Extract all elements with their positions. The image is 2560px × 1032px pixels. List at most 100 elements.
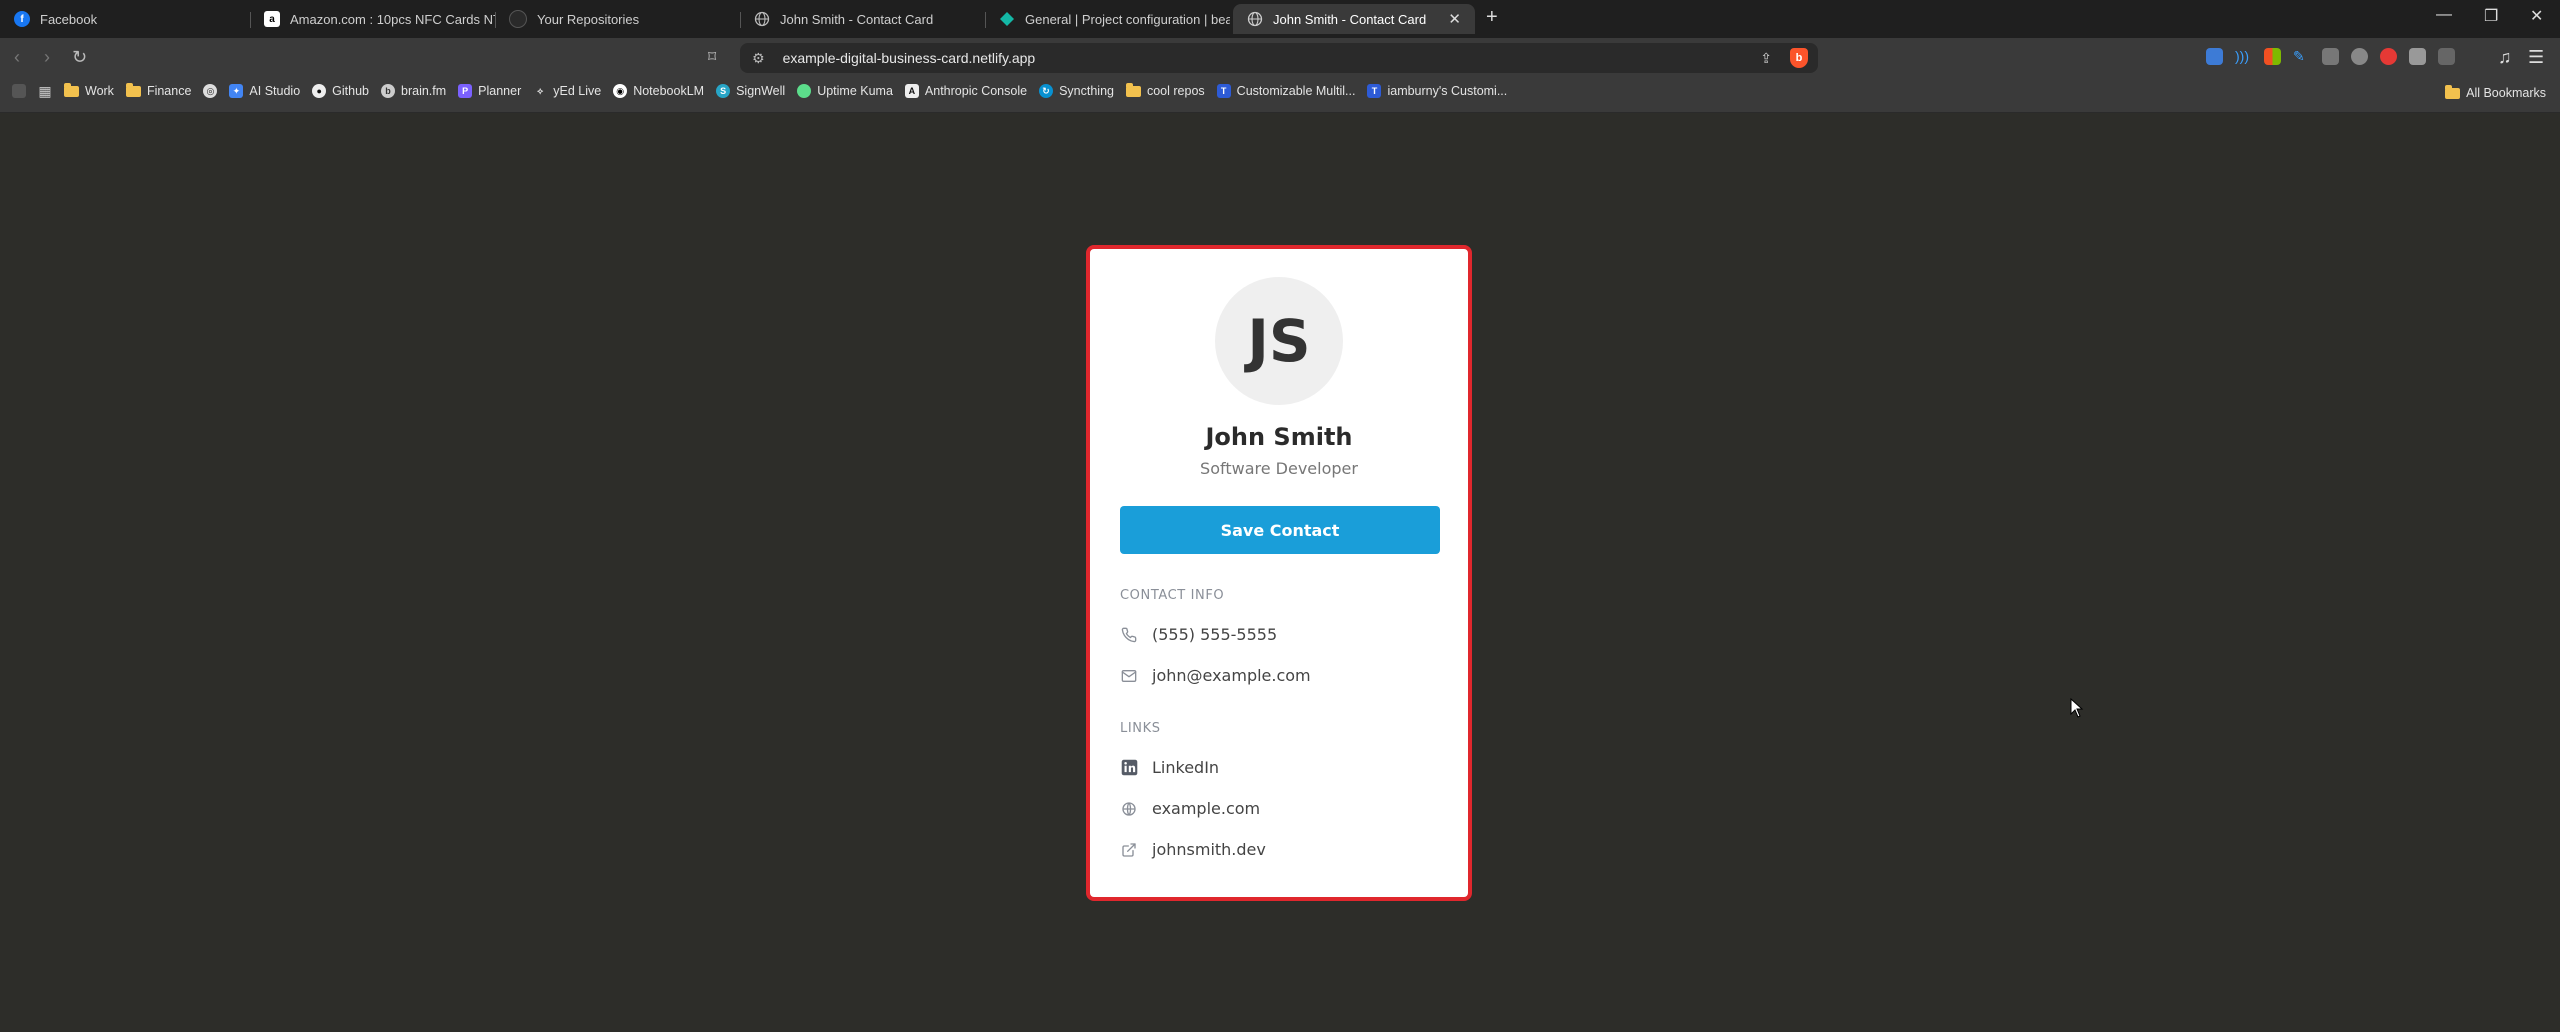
youtube-icon[interactable] <box>2380 48 2397 65</box>
bookmark-yed[interactable]: ⟡ yEd Live <box>533 84 601 98</box>
globe-icon <box>1120 800 1138 818</box>
github-icon <box>509 10 527 28</box>
email-value: john@example.com <box>1152 666 1311 685</box>
save-contact-button[interactable]: Save Contact <box>1120 506 1440 554</box>
syncthing-icon: ↻ <box>1039 84 1054 98</box>
bookmark-apps[interactable]: ▦ <box>38 82 52 99</box>
tab-project-configuration[interactable]: General | Project configuration | beam <box>985 4 1230 34</box>
link-label: example.com <box>1152 799 1261 818</box>
tab-title: Your Repositories <box>537 11 640 27</box>
brainfm-icon: b <box>381 84 395 98</box>
phone-row[interactable]: (555) 555-5555 <box>1120 625 1438 644</box>
bookmark-notebooklm[interactable]: ◉ NotebookLM <box>613 84 704 98</box>
linkedin-icon <box>1120 759 1138 777</box>
link-linkedin[interactable]: LinkedIn <box>1120 758 1438 777</box>
tab-amazon[interactable]: a Amazon.com : 10pcs NFC Cards NTAG <box>250 4 495 34</box>
diamond-icon <box>999 11 1015 27</box>
yed-icon: ⟡ <box>537 85 544 96</box>
bookmark-label: brain.fm <box>401 84 447 98</box>
link-website[interactable]: example.com <box>1120 799 1438 818</box>
bookmark-signwell[interactable]: S SignWell <box>716 84 785 98</box>
bookmark-syncthing[interactable]: ↻ Syncthing <box>1039 84 1114 98</box>
mouse-cursor-icon <box>2070 698 2084 718</box>
email-row[interactable]: john@example.com <box>1120 666 1438 685</box>
contact-job-title: Software Developer <box>1200 459 1358 478</box>
bookmark-label: Finance <box>146 84 192 98</box>
avatar: JS <box>1215 277 1343 405</box>
link-portfolio[interactable]: johnsmith.dev <box>1120 840 1438 859</box>
brave-shields-icon[interactable]: b <box>1790 48 1808 68</box>
bookmark-uptime-kuma[interactable]: Uptime Kuma <box>797 84 893 98</box>
sidebar-icon[interactable] <box>2438 48 2455 65</box>
bookmark-github[interactable]: ● Github <box>312 84 369 98</box>
restore-icon[interactable]: ❐ <box>2484 6 2498 26</box>
notebooklm-icon: ◉ <box>613 84 628 98</box>
bookmark-label: Syncthing <box>1059 84 1114 98</box>
tab-title: General | Project configuration | beam <box>1025 11 1230 27</box>
external-link-icon <box>1120 841 1138 859</box>
tab-title: Amazon.com : 10pcs NFC Cards NTAG <box>290 11 495 27</box>
bitwarden-icon[interactable] <box>2206 48 2223 65</box>
folder-icon <box>1125 82 1141 97</box>
bookmark-folder-finance[interactable]: Finance <box>125 82 192 98</box>
bookmark-label: cool repos <box>1146 84 1205 98</box>
bookmark-openai[interactable]: ◎ <box>203 84 218 98</box>
microsoft-icon[interactable] <box>2264 48 2281 65</box>
globe-icon <box>1247 11 1263 27</box>
link-label: johnsmith.dev <box>1152 840 1266 859</box>
phone-value: (555) 555-5555 <box>1152 625 1278 644</box>
reload-icon[interactable]: ↻ <box>72 47 87 68</box>
apps-grid-icon: ▦ <box>38 82 52 99</box>
bookmark-label: iamburny's Customi... <box>1387 84 1508 98</box>
close-tab-icon[interactable]: ✕ <box>1448 10 1461 28</box>
folder-icon <box>2445 84 2461 99</box>
site-settings-icon[interactable]: ⚙ <box>752 50 765 67</box>
bookmark-iamburny[interactable]: Tiamburny's Customi... <box>1367 84 1507 98</box>
tab-repositories[interactable]: Your Repositories <box>495 4 740 34</box>
globe-icon <box>754 11 770 27</box>
bookmark-brainfm[interactable]: b brain.fm <box>381 84 446 98</box>
all-bookmarks-button[interactable]: All Bookmarks <box>2445 84 2546 100</box>
signwell-icon: S <box>716 84 731 98</box>
contact-name: John Smith <box>1205 423 1353 451</box>
extensions-area: ))) ✎ <box>2206 48 2455 65</box>
bookmark-label: Github <box>332 84 369 98</box>
bookmark-customizable-multil[interactable]: T Customizable Multil... <box>1216 84 1355 98</box>
media-icon[interactable]: ♫ <box>2498 47 2512 68</box>
bookmark-anthropic[interactable]: A Anthropic Console <box>904 84 1028 98</box>
extensions-puzzle-icon[interactable] <box>2409 48 2426 65</box>
new-tab-button[interactable]: + <box>1486 6 1498 29</box>
tab-contact-card[interactable]: John Smith - Contact Card <box>740 4 985 34</box>
audio-icon[interactable]: ))) <box>2235 48 2252 65</box>
tab-title: John Smith - Contact Card <box>1273 11 1427 27</box>
github-icon: ● <box>312 84 327 98</box>
forward-icon[interactable]: › <box>44 47 50 68</box>
share-icon[interactable]: ⇪ <box>1760 50 1772 67</box>
square-icon <box>12 84 26 98</box>
close-window-icon[interactable]: ✕ <box>2530 6 2543 26</box>
bookmark-label: SignWell <box>736 84 786 98</box>
address-text[interactable]: example-digital-business-card.netlify.ap… <box>783 50 1036 66</box>
menu-icon[interactable]: ☰ <box>2528 47 2544 68</box>
bookmark-label: Uptime Kuma <box>817 84 893 98</box>
bookmark-square[interactable] <box>12 84 26 98</box>
bookmark-folder-cool-repos[interactable]: cool repos <box>1125 82 1205 98</box>
openai-icon: ◎ <box>203 84 218 98</box>
bookmark-folder-work[interactable]: Work <box>64 82 114 98</box>
ext-badge-icon[interactable] <box>2351 48 2368 65</box>
bookmark-planner[interactable]: P Planner <box>458 84 521 98</box>
tab-contact-card-active[interactable]: John Smith - Contact Card ✕ <box>1233 4 1475 34</box>
contact-info-heading: CONTACT INFO <box>1120 588 1225 603</box>
bookmark-ai-studio[interactable]: ✦ AI Studio <box>229 84 300 98</box>
bookmark-label: Anthropic Console <box>924 84 1028 98</box>
minimize-icon[interactable]: — <box>2436 6 2452 24</box>
bookmark-icon[interactable]: ⌑ <box>708 47 716 67</box>
bookmark-label: Work <box>85 84 114 98</box>
pen-icon[interactable]: ✎ <box>2293 48 2310 65</box>
bookmarks-bar: ▦ Work Finance ◎ ✦ AI Studio ● Github b bra… <box>0 78 2560 113</box>
link-label: LinkedIn <box>1152 758 1220 777</box>
address-bar[interactable]: ⚙ example-digital-business-card.netlify.… <box>740 43 1818 73</box>
tab-facebook[interactable]: f Facebook <box>0 4 250 34</box>
back-icon[interactable]: ‹ <box>14 47 20 68</box>
printer-icon[interactable] <box>2322 48 2339 65</box>
